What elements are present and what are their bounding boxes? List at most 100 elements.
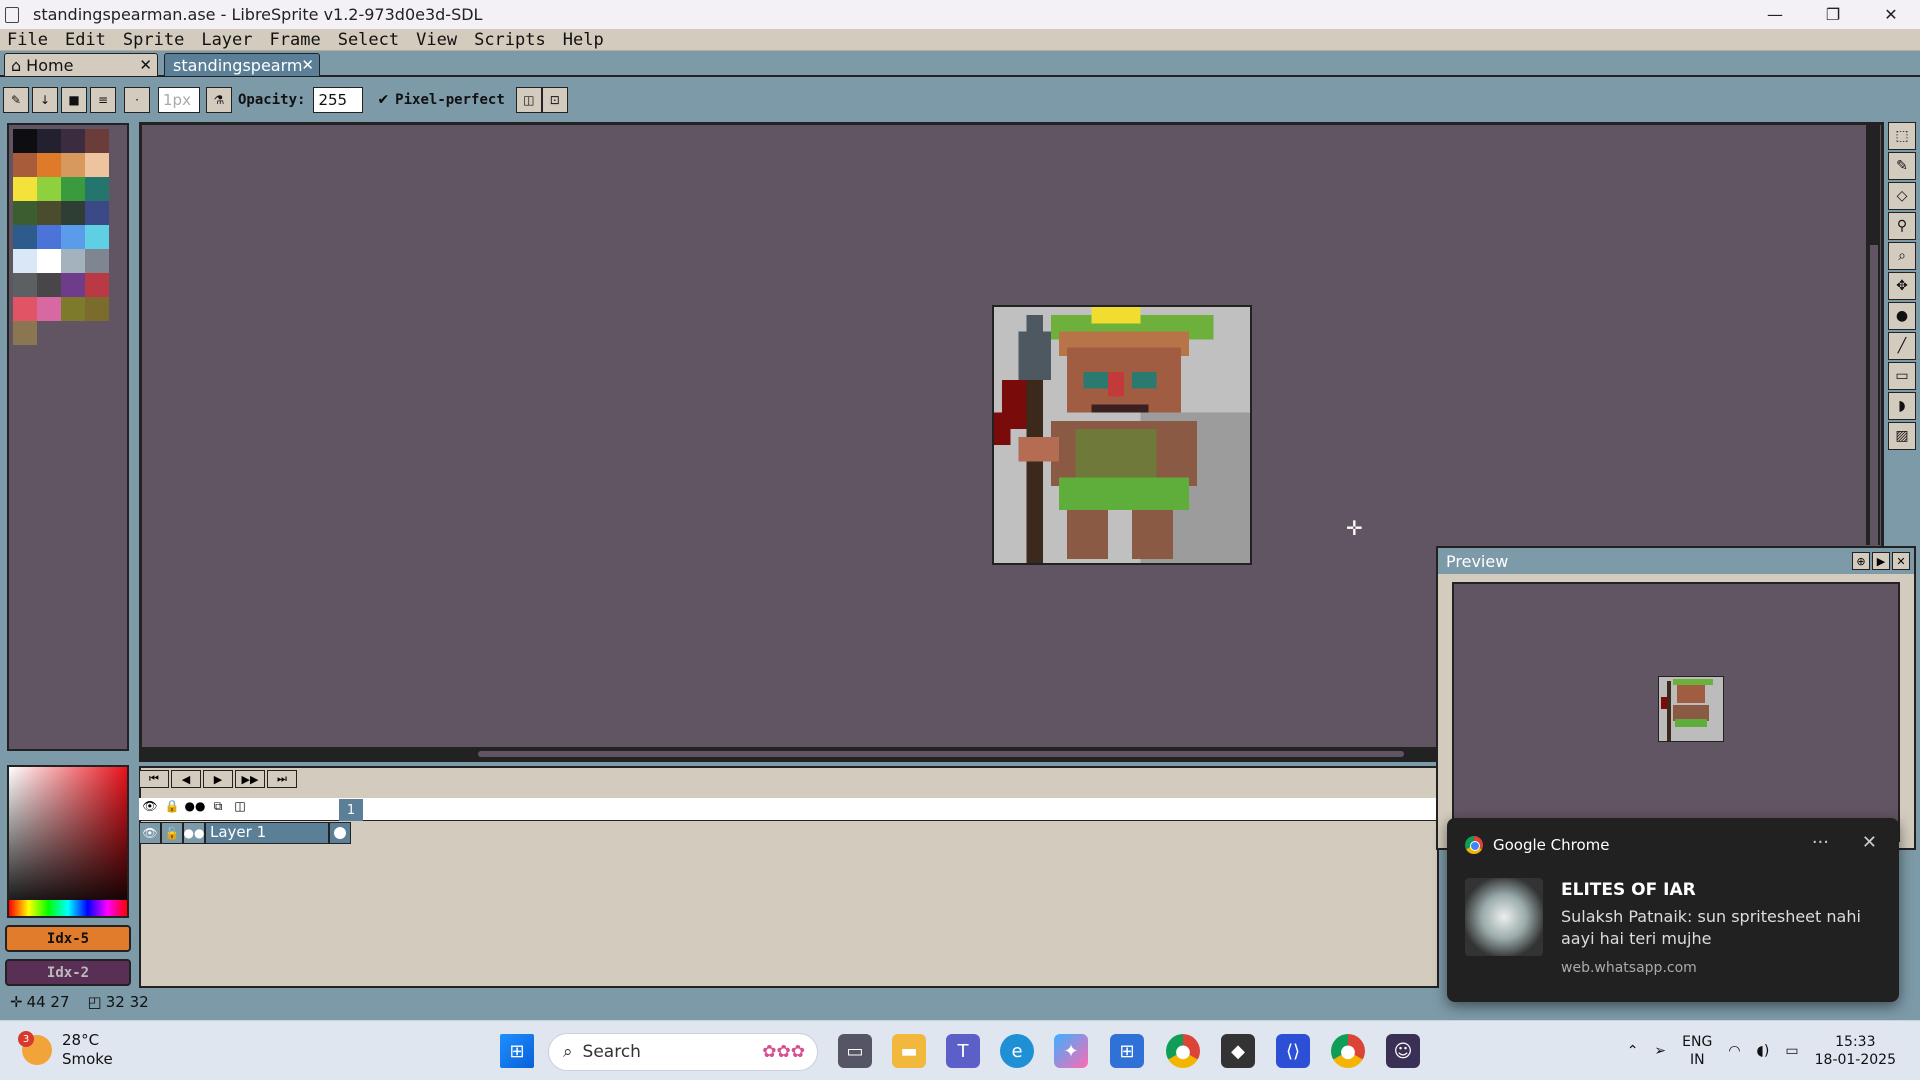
close-window-button[interactable]: ✕ [1862,0,1920,29]
palette-swatch[interactable] [61,129,85,153]
chrome-taskbar-icon[interactable]: ● [1166,1034,1200,1068]
palette-swatch[interactable] [13,153,37,177]
menu-select[interactable]: Select [338,30,399,50]
brush-lines-icon[interactable]: ≡ [90,87,116,113]
windows-start-icon[interactable]: ⊞ [500,1034,534,1068]
visual-studio-icon[interactable]: ⟨⟩ [1276,1034,1310,1068]
ink-type-icon[interactable]: ⚗ [206,87,232,113]
palette-swatch[interactable] [13,201,37,225]
previous-frame-icon[interactable]: ◀ [171,770,201,788]
preview-play-icon[interactable]: ▶ [1872,552,1890,570]
tab-document[interactable]: standingspearm ✕ [164,53,320,76]
palette-swatch[interactable] [85,177,109,201]
menu-edit[interactable]: Edit [65,30,106,50]
line-tool-icon[interactable]: ╱ [1888,332,1916,360]
sprite-canvas[interactable] [992,305,1252,565]
lock-header-icon[interactable]: 🔒 [161,799,183,821]
cel-frame-1[interactable] [329,822,351,844]
palette-swatch[interactable] [37,129,61,153]
palette-swatch[interactable] [61,153,85,177]
palette-swatch[interactable] [13,297,37,321]
tiling-icon[interactable]: ⊡ [541,87,568,113]
background-color-button[interactable]: Idx-2 [5,959,131,986]
layer-continuous-icon[interactable]: ●● [183,822,205,844]
copilot-icon[interactable]: ✦ [1054,1034,1088,1068]
color-picker-spectrum[interactable] [7,765,129,918]
maximize-button[interactable]: ❐ [1804,0,1862,29]
weather-widget[interactable]: 3 28°C Smoke [18,1031,113,1069]
move-tool-icon[interactable]: ✥ [1888,272,1916,300]
frame-number-header[interactable]: 1 [339,799,363,821]
wifi-icon[interactable]: ◠ [1728,1042,1740,1060]
volume-icon[interactable]: ◖) [1757,1042,1770,1060]
language-indicator[interactable]: ENG IN [1682,1033,1712,1069]
layer-row[interactable]: 👁 🔓 ●● Layer 1 [139,822,351,844]
palette-swatch[interactable] [85,249,109,273]
palette-swatch[interactable] [61,201,85,225]
rectangle-tool-icon[interactable]: ▭ [1888,362,1916,390]
preview-canvas[interactable] [1452,582,1900,842]
visibility-header-icon[interactable]: 👁 [139,799,161,821]
hue-slider[interactable] [9,900,127,916]
microsoft-store-icon[interactable]: ⊞ [1110,1034,1144,1068]
palette-swatch[interactable] [37,177,61,201]
menu-frame[interactable]: Frame [270,30,321,50]
taskbar-search[interactable]: ⌕ Search ✿✿✿ [548,1033,818,1071]
minimize-button[interactable]: — [1746,0,1804,29]
last-frame-icon[interactable]: ⏭ [267,770,297,788]
file-explorer-icon[interactable]: ▬ [892,1034,926,1068]
continuous-header-icon[interactable]: ●● [183,799,207,821]
onion-range-icon[interactable]: ◫ [229,799,251,821]
preview-window[interactable]: Preview ⊕ ▶ ✕ [1436,546,1916,850]
vertical-scrollbar-thumb[interactable] [1870,245,1878,545]
palette-swatch[interactable] [13,225,37,249]
location-icon[interactable]: ➢ [1654,1042,1666,1060]
pencil-tool-icon[interactable]: ✎ [1888,152,1916,180]
palette-swatch[interactable] [13,177,37,201]
tab-home[interactable]: ⌂ Home ✕ [4,53,158,76]
show-hidden-icons-icon[interactable]: ⌃ [1627,1042,1639,1060]
libresprite-taskbar-icon[interactable]: ☺ [1386,1034,1420,1068]
horizontal-scrollbar-thumb[interactable] [478,751,1404,757]
palette-swatch[interactable] [61,225,85,249]
tab-home-close-icon[interactable]: ✕ [139,56,152,74]
palette-swatch[interactable] [13,273,37,297]
pixel-perfect-checkbox[interactable]: ✔ [377,92,389,108]
foreground-color-button[interactable]: Idx-5 [5,925,131,952]
layer-visibility-icon[interactable]: 👁 [139,822,161,844]
eraser-tool-icon[interactable]: ◇ [1888,182,1916,210]
teams-icon[interactable]: T [946,1034,980,1068]
task-view-icon[interactable]: ▭ [838,1034,872,1068]
blur-tool-icon[interactable]: ▨ [1888,422,1916,450]
layer-name[interactable]: Layer 1 [205,822,329,844]
palette-swatch[interactable] [85,225,109,249]
palette-swatch[interactable] [85,273,109,297]
palette-swatch[interactable] [37,201,61,225]
preview-center-icon[interactable]: ⊕ [1852,552,1870,570]
chrome-notification[interactable]: Google Chrome ··· ✕ ELITES OF IAR Sulaks… [1447,818,1899,1002]
palette-swatch[interactable] [61,177,85,201]
onion-skin-icon[interactable]: ⧉ [207,799,229,821]
palette-swatch[interactable] [37,273,61,297]
brush-size-input[interactable]: 1px [158,87,200,113]
play-icon[interactable]: ▶ [203,770,233,788]
pixel-perfect-label[interactable]: Pixel-perfect [395,92,505,108]
palette-swatch[interactable] [37,225,61,249]
paint-bucket-tool-icon[interactable]: ● [1888,302,1916,330]
menu-sprite[interactable]: Sprite [123,30,184,50]
palette-swatch[interactable] [37,249,61,273]
battery-icon[interactable]: ▭ [1785,1042,1798,1060]
chrome-profile-icon[interactable]: ● [1331,1034,1365,1068]
tab-document-close-icon[interactable]: ✕ [301,56,314,74]
rectangular-marquee-tool-icon[interactable]: ⬚ [1888,122,1916,150]
brush-square-icon[interactable]: ■ [61,87,87,113]
menu-layer[interactable]: Layer [201,30,252,50]
brush-type-icon[interactable]: ✎ [3,87,29,113]
notification-close-icon[interactable]: ✕ [1862,832,1877,853]
next-frame-icon[interactable]: ▶▶ [235,770,265,788]
palette-swatch[interactable] [13,321,37,345]
contour-tool-icon[interactable]: ◗ [1888,392,1916,420]
opacity-input[interactable]: 255 [313,87,364,113]
palette-swatch[interactable] [85,201,109,225]
menu-file[interactable]: File [7,30,48,50]
